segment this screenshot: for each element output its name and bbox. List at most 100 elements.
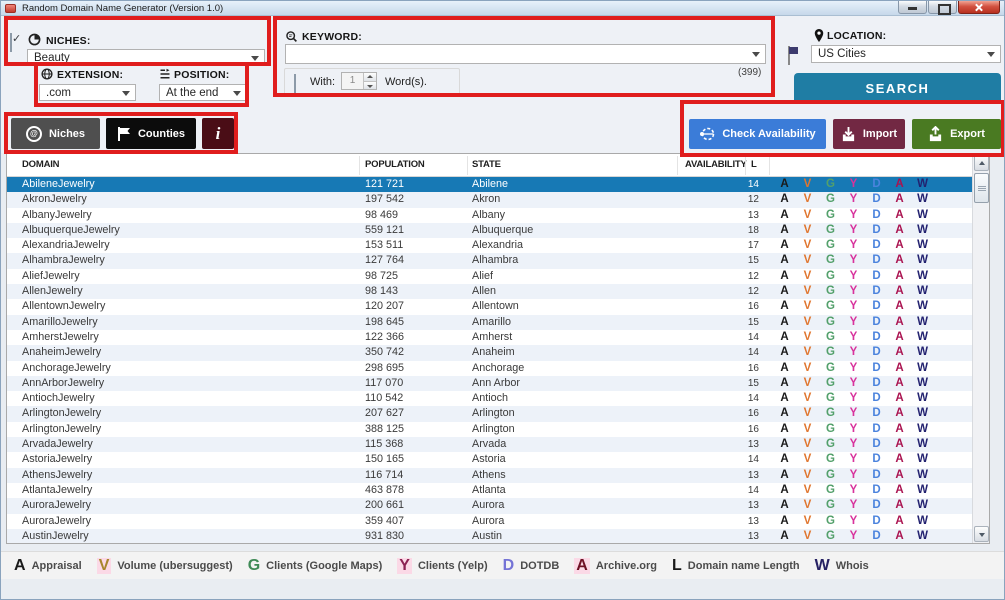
volume-ubersuggest-letter-link[interactable]: V xyxy=(796,315,819,330)
volume-ubersuggest-letter-link[interactable]: V xyxy=(796,269,819,284)
volume-ubersuggest-letter-link[interactable]: V xyxy=(796,208,819,223)
table-row[interactable]: AnnArborJewelry 117 070 Ann Arbor 15 AVG… xyxy=(7,375,989,392)
stepper-up-icon[interactable] xyxy=(364,73,376,82)
whois-letter-link[interactable]: W xyxy=(911,406,934,421)
dotdb-letter-link[interactable]: D xyxy=(865,498,888,513)
clients-yelp-letter-link[interactable]: Y xyxy=(842,406,865,421)
archive-org-letter-link[interactable]: A xyxy=(888,315,911,330)
clients-google-maps-letter-link[interactable]: G xyxy=(819,406,842,421)
table-row[interactable]: AlbuquerqueJewelry 559 121 Albuquerque 1… xyxy=(7,222,989,239)
clients-google-maps-letter-link[interactable]: G xyxy=(819,498,842,513)
volume-ubersuggest-letter-link[interactable]: V xyxy=(796,391,819,406)
info-button[interactable]: i xyxy=(202,118,234,149)
volume-ubersuggest-letter-link[interactable]: V xyxy=(796,437,819,452)
volume-ubersuggest-letter-link[interactable]: V xyxy=(796,223,819,238)
clients-yelp-letter-link[interactable]: Y xyxy=(842,192,865,207)
clients-yelp-letter-link[interactable]: Y xyxy=(842,514,865,529)
dotdb-letter-link[interactable]: D xyxy=(865,315,888,330)
whois-letter-link[interactable]: W xyxy=(911,269,934,284)
clients-google-maps-letter-link[interactable]: G xyxy=(819,514,842,529)
whois-letter-link[interactable]: W xyxy=(911,514,934,529)
volume-ubersuggest-letter-link[interactable]: V xyxy=(796,468,819,483)
table-row[interactable]: AliefJewelry 98 725 Alief 12 AVGYDAW xyxy=(7,268,989,285)
clients-yelp-letter-link[interactable]: Y xyxy=(842,269,865,284)
clients-google-maps-letter-link[interactable]: G xyxy=(819,177,842,192)
maximize-button[interactable] xyxy=(928,1,957,15)
table-row[interactable]: AlbanyJewelry 98 469 Albany 13 AVGYDAW xyxy=(7,207,989,223)
whois-letter-link[interactable]: W xyxy=(911,345,934,360)
clients-yelp-letter-link[interactable]: Y xyxy=(842,330,865,345)
dotdb-letter-link[interactable]: D xyxy=(865,253,888,268)
whois-letter-link[interactable]: W xyxy=(911,483,934,498)
clients-yelp-letter-link[interactable]: Y xyxy=(842,253,865,268)
clients-google-maps-letter-link[interactable]: G xyxy=(819,192,842,207)
appraisal-letter-link[interactable]: A xyxy=(773,299,796,314)
clients-yelp-letter-link[interactable]: Y xyxy=(842,391,865,406)
clients-google-maps-letter-link[interactable]: G xyxy=(819,345,842,360)
whois-letter-link[interactable]: W xyxy=(911,315,934,330)
archive-org-letter-link[interactable]: A xyxy=(888,361,911,376)
appraisal-letter-link[interactable]: A xyxy=(773,406,796,421)
appraisal-letter-link[interactable]: A xyxy=(773,269,796,284)
appraisal-letter-link[interactable]: A xyxy=(773,498,796,513)
whois-letter-link[interactable]: W xyxy=(911,391,934,406)
appraisal-letter-link[interactable]: A xyxy=(773,223,796,238)
clients-yelp-letter-link[interactable]: Y xyxy=(842,315,865,330)
header-length[interactable]: L xyxy=(751,159,757,170)
whois-letter-link[interactable]: W xyxy=(911,376,934,391)
extension-select[interactable]: .com xyxy=(39,84,136,101)
whois-letter-link[interactable]: W xyxy=(911,468,934,483)
clients-google-maps-letter-link[interactable]: G xyxy=(819,330,842,345)
clients-google-maps-letter-link[interactable]: G xyxy=(819,253,842,268)
table-row[interactable]: AllenJewelry 98 143 Allen 12 AVGYDAW xyxy=(7,284,989,300)
clients-yelp-letter-link[interactable]: Y xyxy=(842,284,865,299)
volume-ubersuggest-letter-link[interactable]: V xyxy=(796,514,819,529)
appraisal-letter-link[interactable]: A xyxy=(773,391,796,406)
appraisal-letter-link[interactable]: A xyxy=(773,514,796,529)
table-row[interactable]: ArlingtonJewelry 388 125 Arlington 16 AV… xyxy=(7,421,989,438)
archive-org-letter-link[interactable]: A xyxy=(888,284,911,299)
archive-org-letter-link[interactable]: A xyxy=(888,223,911,238)
appraisal-letter-link[interactable]: A xyxy=(773,437,796,452)
volume-ubersuggest-letter-link[interactable]: V xyxy=(796,406,819,421)
clients-yelp-letter-link[interactable]: Y xyxy=(842,177,865,192)
table-row[interactable]: AthensJewelry 116 714 Athens 13 AVGYDAW xyxy=(7,467,989,483)
whois-letter-link[interactable]: W xyxy=(911,299,934,314)
dotdb-letter-link[interactable]: D xyxy=(865,529,888,543)
volume-ubersuggest-letter-link[interactable]: V xyxy=(796,498,819,513)
whois-letter-link[interactable]: W xyxy=(911,437,934,452)
dotdb-letter-link[interactable]: D xyxy=(865,361,888,376)
archive-org-letter-link[interactable]: A xyxy=(888,208,911,223)
clients-google-maps-letter-link[interactable]: G xyxy=(819,284,842,299)
volume-ubersuggest-letter-link[interactable]: V xyxy=(796,177,819,192)
stepper-down-icon[interactable] xyxy=(364,81,376,89)
archive-org-letter-link[interactable]: A xyxy=(888,391,911,406)
volume-ubersuggest-letter-link[interactable]: V xyxy=(796,452,819,467)
clients-google-maps-letter-link[interactable]: G xyxy=(819,361,842,376)
table-row[interactable]: AmherstJewelry 122 366 Amherst 14 AVGYDA… xyxy=(7,329,989,346)
archive-org-letter-link[interactable]: A xyxy=(888,330,911,345)
appraisal-letter-link[interactable]: A xyxy=(773,208,796,223)
table-row[interactable]: AtlantaJewelry 463 878 Atlanta 14 AVGYDA… xyxy=(7,482,989,499)
archive-org-letter-link[interactable]: A xyxy=(888,514,911,529)
clients-google-maps-letter-link[interactable]: G xyxy=(819,452,842,467)
whois-letter-link[interactable]: W xyxy=(911,238,934,253)
clients-google-maps-letter-link[interactable]: G xyxy=(819,269,842,284)
dotdb-letter-link[interactable]: D xyxy=(865,483,888,498)
appraisal-letter-link[interactable]: A xyxy=(773,529,796,543)
archive-org-letter-link[interactable]: A xyxy=(888,483,911,498)
dotdb-letter-link[interactable]: D xyxy=(865,376,888,391)
archive-org-letter-link[interactable]: A xyxy=(888,299,911,314)
appraisal-letter-link[interactable]: A xyxy=(773,330,796,345)
dotdb-letter-link[interactable]: D xyxy=(865,452,888,467)
whois-letter-link[interactable]: W xyxy=(911,529,934,543)
table-row[interactable]: AustinJewelry 931 830 Austin 13 AVGYDAW xyxy=(7,528,989,543)
whois-letter-link[interactable]: W xyxy=(911,284,934,299)
whois-letter-link[interactable]: W xyxy=(911,422,934,437)
table-row[interactable]: AstoriaJewelry 150 165 Astoria 14 AVGYDA… xyxy=(7,452,989,468)
clients-yelp-letter-link[interactable]: Y xyxy=(842,498,865,513)
clients-google-maps-letter-link[interactable]: G xyxy=(819,223,842,238)
clients-yelp-letter-link[interactable]: Y xyxy=(842,437,865,452)
whois-letter-link[interactable]: W xyxy=(911,330,934,345)
archive-org-letter-link[interactable]: A xyxy=(888,498,911,513)
